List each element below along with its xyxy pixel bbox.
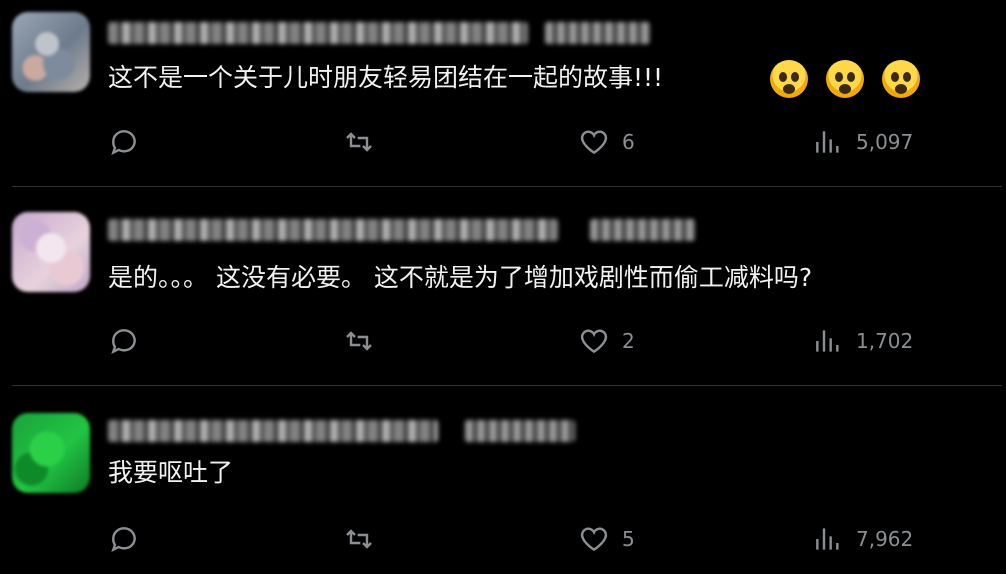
bar-chart-icon	[816, 131, 839, 153]
retweet-icon	[346, 529, 372, 549]
retweet-button[interactable]	[343, 122, 375, 162]
reply-2[interactable]: 是的。。。 这没有必要。 这不就是为了增加戏剧性而偷工减料吗? 2 1,702	[0, 187, 1006, 385]
retweet-button[interactable]	[343, 519, 375, 559]
heart-icon	[580, 527, 608, 552]
reply-text: 这不是一个关于儿时朋友轻易团结在一起的故事!!!	[108, 63, 664, 92]
reply-button[interactable]	[108, 519, 140, 559]
like-count: 2	[622, 329, 635, 353]
bar-chart-icon	[816, 330, 839, 352]
like-button[interactable]: 5	[578, 519, 635, 559]
like-count: 5	[622, 527, 635, 551]
blurred-handle	[465, 420, 575, 442]
scream-emoji-icon	[770, 60, 808, 98]
avatar[interactable]	[12, 12, 90, 92]
action-bar: 6 5,097	[0, 122, 1006, 162]
action-bar: 5 7,962	[0, 519, 1006, 559]
like-button[interactable]: 2	[578, 321, 635, 361]
avatar[interactable]	[12, 212, 90, 292]
reply-text: 是的。。。 这没有必要。 这不就是为了增加戏剧性而偷工减料吗?	[108, 263, 813, 292]
scream-emoji-icon	[882, 60, 920, 98]
reply-button[interactable]	[108, 122, 140, 162]
retweet-button[interactable]	[343, 321, 375, 361]
view-count: 1,702	[856, 329, 914, 353]
retweet-icon	[346, 132, 372, 152]
blurred-username[interactable]	[108, 420, 438, 442]
action-bar: 2 1,702	[0, 321, 1006, 361]
blurred-username[interactable]	[108, 22, 528, 44]
like-count: 6	[622, 130, 635, 154]
reply-3[interactable]: 我要呕吐了 5 7,962	[0, 386, 1006, 574]
comment-icon	[111, 130, 136, 156]
blurred-handle	[590, 219, 695, 241]
avatar[interactable]	[12, 413, 90, 493]
like-button[interactable]: 6	[578, 122, 635, 162]
bar-chart-icon	[816, 528, 839, 550]
comment-icon	[111, 329, 136, 355]
comment-icon	[111, 527, 136, 553]
emoji-group	[770, 60, 920, 98]
views-button[interactable]: 1,702	[812, 321, 913, 361]
blurred-handle	[545, 22, 650, 44]
views-button[interactable]: 7,962	[812, 519, 913, 559]
heart-icon	[580, 130, 608, 155]
view-count: 7,962	[856, 527, 914, 551]
retweet-icon	[346, 331, 372, 351]
view-count: 5,097	[856, 130, 914, 154]
reply-button[interactable]	[108, 321, 140, 361]
heart-icon	[580, 329, 608, 354]
scream-emoji-icon	[826, 60, 864, 98]
reply-text: 我要呕吐了	[108, 458, 234, 487]
reply-1[interactable]: 这不是一个关于儿时朋友轻易团结在一起的故事!!! 6 5,097	[0, 0, 1006, 186]
views-button[interactable]: 5,097	[812, 122, 913, 162]
blurred-username[interactable]	[108, 219, 558, 241]
